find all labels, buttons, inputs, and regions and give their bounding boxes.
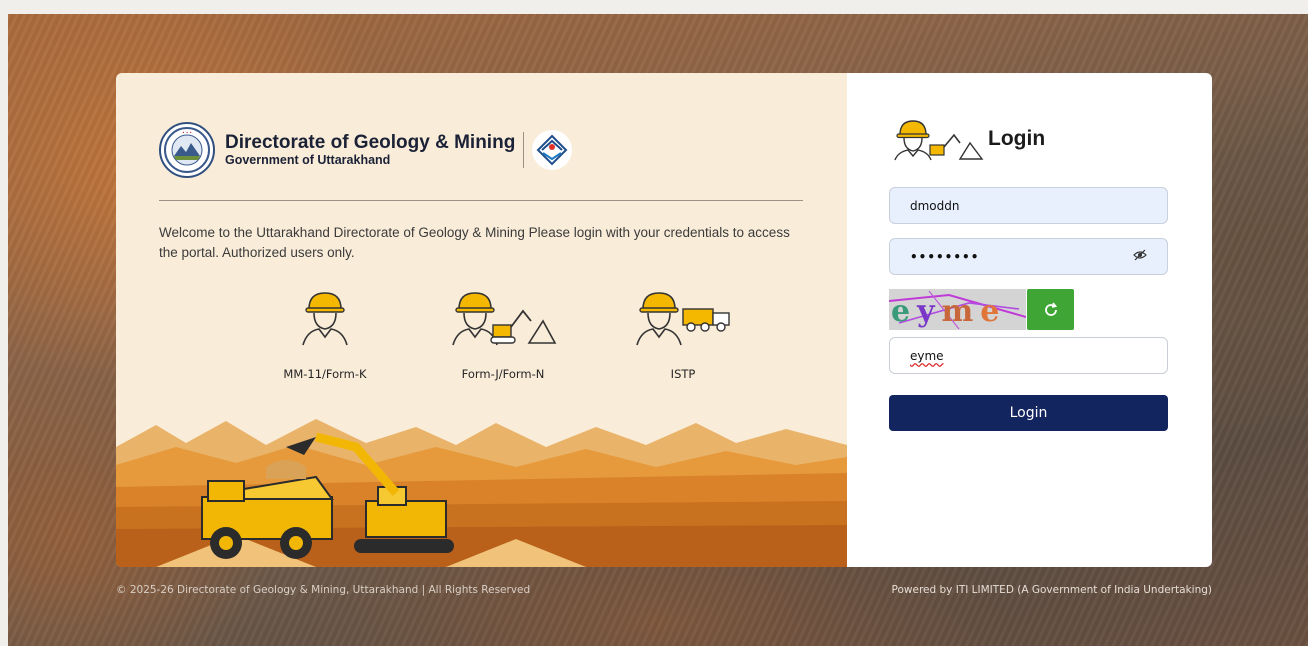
login-button[interactable]: Login xyxy=(889,395,1168,431)
login-header: Login xyxy=(892,117,1045,161)
info-panel: • • • Directorate of Geology & Mining Go… xyxy=(116,73,847,567)
miner-icon xyxy=(299,285,351,347)
password-value: •••••••• xyxy=(910,249,980,264)
miner-excavator-icon xyxy=(894,120,984,161)
uttarakhand-logo xyxy=(532,130,573,170)
username-value: dmoddn xyxy=(910,198,960,213)
welcome-text: Welcome to the Uttarakhand Directorate o… xyxy=(159,225,790,260)
captcha-image: eyme xyxy=(889,289,1026,330)
miner-excavator-icon xyxy=(449,285,557,347)
role-label: Form-J/Form-N xyxy=(461,367,545,381)
captcha-input-value: eyme xyxy=(910,348,944,363)
role-label: ISTP xyxy=(670,367,696,381)
password-field[interactable]: •••••••• xyxy=(889,238,1168,275)
role-istp[interactable]: ISTP xyxy=(604,285,762,381)
footer-copyright: © 2025-26 Directorate of Geology & Minin… xyxy=(116,584,531,596)
role-mm11-formk[interactable]: MM-11/Form-K xyxy=(246,285,404,381)
role-list: MM-11/Form-K Form-J/Form-N ISTP xyxy=(246,285,784,381)
miner-truck-icon xyxy=(633,285,733,347)
dgm-emblem-logo: • • • xyxy=(159,122,215,178)
captcha-input[interactable]: eyme xyxy=(889,337,1168,374)
captcha-refresh-button[interactable] xyxy=(1027,289,1074,330)
org-title: Directorate of Geology & Mining xyxy=(225,132,516,153)
eye-slash-icon[interactable] xyxy=(1133,248,1147,265)
login-panel: Login dmoddn •••••••• eyme eyme Login xyxy=(847,73,1212,567)
brand-divider xyxy=(523,132,525,168)
svg-text:• • •: • • • xyxy=(182,130,192,135)
header-divider xyxy=(159,200,803,201)
username-field[interactable]: dmoddn xyxy=(889,187,1168,224)
brand-header: • • • Directorate of Geology & Mining Go… xyxy=(159,122,573,178)
mining-scene-illustration xyxy=(116,419,847,567)
org-subtitle: Government of Uttarakhand xyxy=(225,153,391,167)
refresh-icon xyxy=(1044,301,1057,316)
captcha-text: eyme xyxy=(891,294,1007,329)
footer-powered-by: Powered by ITI LIMITED (A Government of … xyxy=(891,584,1212,596)
login-title: Login xyxy=(988,127,1046,150)
role-formj-formn[interactable]: Form-J/Form-N xyxy=(424,285,582,381)
role-label: MM-11/Form-K xyxy=(283,367,367,381)
